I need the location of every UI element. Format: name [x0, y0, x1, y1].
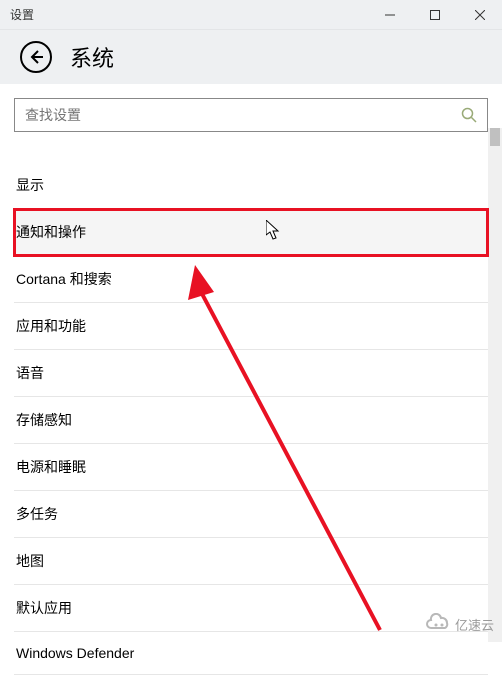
item-label: Windows Defender [16, 645, 134, 661]
list-item[interactable]: 应用和功能 [14, 303, 488, 350]
list-item[interactable]: 多任务 [14, 491, 488, 538]
scroll-thumb[interactable] [490, 128, 500, 146]
item-label: Cortana 和搜索 [16, 271, 112, 287]
cloud-icon [423, 613, 453, 636]
watermark-text: 亿速云 [455, 615, 494, 634]
item-label: 默认应用 [16, 600, 72, 616]
window-title: 设置 [10, 6, 367, 23]
item-label: 地图 [16, 553, 44, 569]
watermark: 亿速云 [423, 613, 494, 636]
page-header: 系统 [0, 30, 502, 84]
list-item[interactable]: 默认应用 [14, 585, 488, 632]
item-label: 存储感知 [16, 412, 72, 428]
list-item[interactable]: 显示 [14, 162, 488, 209]
settings-list: 显示 通知和操作 Cortana 和搜索 应用和功能 语音 存储感知 电源和睡眠… [14, 162, 488, 675]
list-item[interactable]: 电源和睡眠 [14, 444, 488, 491]
close-button[interactable] [457, 0, 502, 30]
maximize-button[interactable] [412, 0, 457, 30]
list-item[interactable]: Windows Defender [14, 632, 488, 675]
item-label: 语音 [16, 365, 44, 381]
item-label: 应用和功能 [16, 318, 86, 334]
list-item[interactable]: 存储感知 [14, 397, 488, 444]
item-label: 电源和睡眠 [16, 459, 86, 475]
page-title: 系统 [70, 41, 114, 73]
item-label: 显示 [16, 177, 44, 193]
search-box[interactable] [14, 98, 488, 132]
list-item[interactable]: 通知和操作 [14, 209, 488, 256]
titlebar: 设置 [0, 0, 502, 30]
search-input[interactable] [25, 107, 461, 123]
item-label: 多任务 [16, 506, 58, 522]
list-item[interactable]: 语音 [14, 350, 488, 397]
minimize-button[interactable] [367, 0, 412, 30]
scrollbar[interactable] [488, 128, 502, 642]
cursor-icon [266, 220, 280, 245]
back-button[interactable] [20, 41, 52, 73]
list-item[interactable]: 地图 [14, 538, 488, 585]
search-icon [461, 107, 477, 123]
list-item[interactable]: Cortana 和搜索 [14, 256, 488, 303]
item-label: 通知和操作 [16, 224, 86, 240]
content-area: 显示 通知和操作 Cortana 和搜索 应用和功能 语音 存储感知 电源和睡眠… [0, 84, 502, 675]
